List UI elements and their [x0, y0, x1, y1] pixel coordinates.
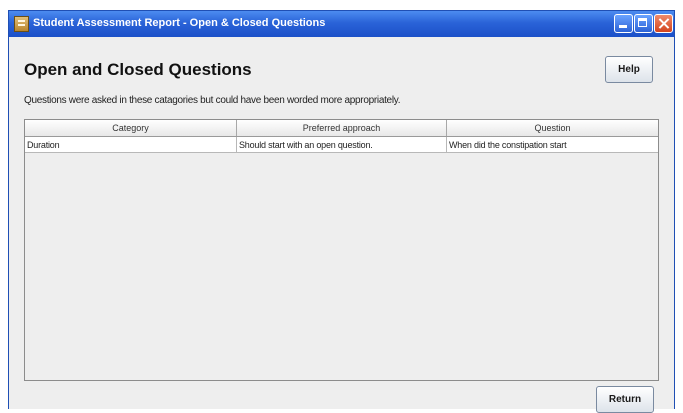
minimize-icon[interactable]: [614, 14, 633, 33]
column-header-question[interactable]: Question: [447, 120, 658, 136]
questions-table: Category Preferred approach Question Dur…: [24, 119, 659, 381]
cell-question[interactable]: When did the constipation start: [447, 137, 658, 152]
column-header-preferred-approach[interactable]: Preferred approach: [237, 120, 447, 136]
title-bar[interactable]: Student Assessment Report - Open & Close…: [9, 11, 674, 37]
table-row[interactable]: Duration Should start with an open quest…: [25, 137, 658, 153]
column-header-category[interactable]: Category: [25, 120, 237, 136]
maximize-icon[interactable]: [634, 14, 653, 33]
table-header: Category Preferred approach Question: [25, 120, 658, 137]
help-button[interactable]: Help: [605, 56, 653, 83]
report-icon: [14, 16, 29, 32]
close-icon[interactable]: [654, 14, 673, 33]
cell-preferred-approach[interactable]: Should start with an open question.: [237, 137, 447, 152]
report-window: Student Assessment Report - Open & Close…: [8, 10, 675, 413]
window-title: Student Assessment Report - Open & Close…: [33, 17, 326, 29]
cell-category[interactable]: Duration: [25, 137, 237, 152]
page-title: Open and Closed Questions: [24, 60, 252, 79]
page-description: Questions were asked in these catagories…: [24, 95, 401, 106]
